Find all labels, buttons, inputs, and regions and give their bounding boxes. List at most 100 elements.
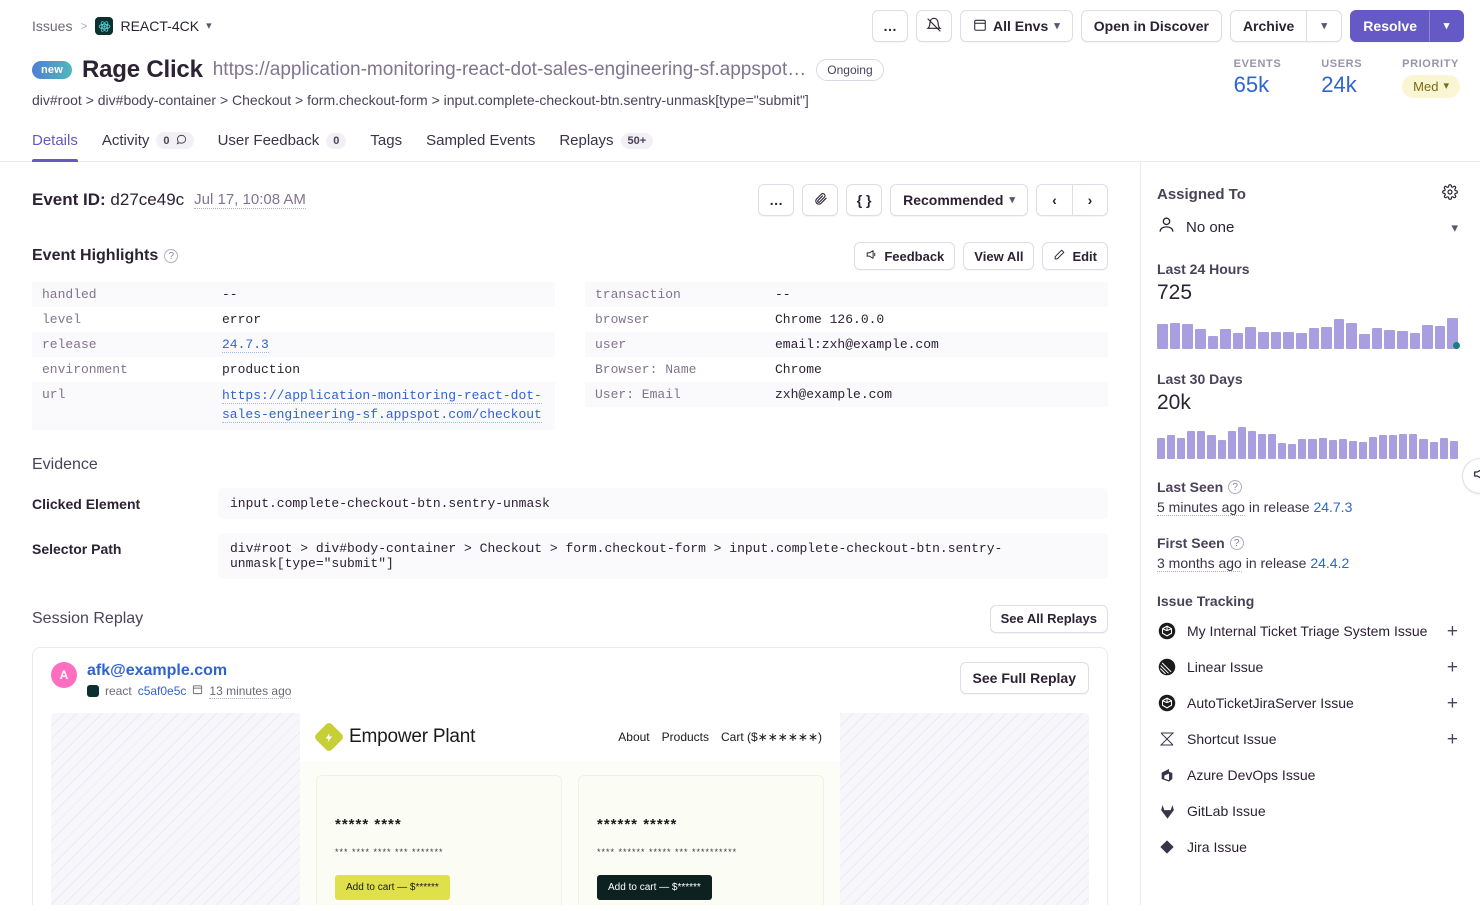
event-timestamp[interactable]: Jul 17, 10:08 AM [194, 191, 306, 209]
highlight-key: transaction [585, 282, 765, 307]
resolve-dropdown-button[interactable]: ▾ [1430, 10, 1464, 42]
tracking-item-my-internal-ticket-triage-system[interactable]: My Internal Ticket Triage System Issue + [1157, 613, 1458, 649]
stat-priority-label: PRIORITY [1402, 58, 1460, 70]
first-seen-header: First Seen ? [1157, 535, 1458, 551]
sparkline-bar [1195, 329, 1206, 349]
last-seen-block: Last Seen ? 5 minutes ago in release 24.… [1157, 479, 1458, 515]
feedback-button[interactable]: Feedback [854, 242, 955, 270]
highlights-left-column: handled -- level error release 24.7.3 [32, 282, 555, 430]
question-circle-icon[interactable]: ? [164, 249, 178, 263]
last-30-days-label: Last 30 Days [1157, 371, 1458, 387]
event-id-value: d27ce49c [110, 190, 184, 209]
tab-details[interactable]: Details [32, 122, 78, 161]
tab-activity[interactable]: Activity 0 [102, 122, 194, 161]
preview-site-nav: Empower Plant About Products Cart ($∗∗∗∗… [300, 713, 840, 761]
url-link[interactable]: https://application-monitoring-react-dot… [222, 388, 542, 423]
last-seen-release-link[interactable]: 24.7.3 [1313, 499, 1352, 515]
tracking-item-azure-devops[interactable]: Azure DevOps Issue [1157, 757, 1458, 793]
table-row: environment production [32, 357, 555, 382]
breadcrumb-project[interactable]: REACT-4CK ▾ [95, 17, 211, 35]
resolve-button[interactable]: Resolve [1350, 10, 1430, 42]
plus-icon[interactable]: + [1447, 730, 1458, 749]
mute-button[interactable] [916, 10, 952, 42]
first-seen-relative[interactable]: 3 months ago [1157, 555, 1242, 572]
sparkline-bar [1298, 439, 1306, 459]
archive-dropdown-button[interactable]: ▾ [1306, 10, 1342, 42]
tracking-item-gitlab[interactable]: GitLab Issue [1157, 793, 1458, 829]
tracking-item-label: My Internal Ticket Triage System Issue [1187, 623, 1427, 639]
tab-replays[interactable]: Replays 50+ [559, 122, 653, 161]
replay-time-ago[interactable]: 13 minutes ago [209, 684, 291, 699]
sparkline-bar [1379, 435, 1387, 459]
flag-icon [1472, 466, 1480, 487]
highlight-value: -- [212, 282, 555, 307]
sparkline-bar [1450, 441, 1458, 459]
issue-tabs: Details Activity 0 User Feedback 0 Tags … [0, 122, 1480, 162]
more-actions-button[interactable]: … [872, 10, 908, 42]
highlight-key: release [32, 332, 212, 357]
view-all-button[interactable]: View All [963, 242, 1034, 270]
event-highlights-tables: handled -- level error release 24.7.3 [32, 282, 1108, 430]
stat-events-value[interactable]: 65k [1234, 72, 1282, 98]
first-seen-release-link[interactable]: 24.4.2 [1310, 555, 1349, 571]
feedback-flag-button[interactable] [1462, 458, 1480, 494]
tab-activity-count: 0 [156, 132, 193, 149]
tab-sampled-events[interactable]: Sampled Events [426, 122, 535, 161]
tracking-item-shortcut[interactable]: Shortcut Issue + [1157, 721, 1458, 757]
event-attachments-button[interactable] [802, 184, 838, 216]
archive-button[interactable]: Archive [1230, 10, 1306, 42]
replay-preview[interactable]: Empower Plant About Products Cart ($∗∗∗∗… [51, 713, 1089, 905]
event-json-button[interactable]: { } [846, 184, 882, 216]
question-circle-icon[interactable]: ? [1230, 536, 1244, 550]
assignee-selector[interactable]: No one ▾ [1157, 215, 1458, 239]
see-all-replays-button[interactable]: See All Replays [990, 605, 1108, 633]
open-in-discover-button[interactable]: Open in Discover [1081, 10, 1222, 42]
tracking-item-linear[interactable]: Linear Issue + [1157, 649, 1458, 685]
tracking-item-autoticketjiraserver[interactable]: AutoTicketJiraServer Issue + [1157, 685, 1458, 721]
priority-value: Med [1413, 79, 1438, 94]
last-seen-relative[interactable]: 5 minutes ago [1157, 499, 1245, 516]
plus-icon[interactable]: + [1447, 658, 1458, 677]
tracking-item-jira[interactable]: Jira Issue [1157, 829, 1458, 865]
stat-users-value[interactable]: 24k [1321, 72, 1362, 98]
previous-event-button[interactable]: ‹ [1036, 184, 1072, 216]
question-circle-icon[interactable]: ? [1228, 480, 1242, 494]
feedback-label: Feedback [884, 249, 944, 264]
see-full-replay-button[interactable]: See Full Replay [960, 662, 1089, 694]
edit-highlights-button[interactable]: Edit [1042, 242, 1108, 270]
gear-icon[interactable] [1442, 184, 1458, 205]
breadcrumb-issues-link[interactable]: Issues [32, 18, 72, 34]
last-30-days-value: 20k [1157, 391, 1458, 415]
first-seen-text: 3 months ago in release 24.4.2 [1157, 555, 1458, 571]
sparkline-bar [1419, 439, 1427, 459]
highlights-right-table: transaction -- browser Chrome 126.0.0 us… [585, 282, 1108, 407]
replay-id-link[interactable]: c5af0e5c [138, 684, 187, 698]
plus-icon[interactable]: + [1447, 694, 1458, 713]
last-30-days-sparkline[interactable] [1157, 425, 1458, 459]
environment-selector[interactable]: All Envs ▾ [960, 10, 1073, 42]
preview-nav-about: About [618, 730, 649, 744]
page-body: Event ID: d27ce49c Jul 17, 10:08 AM … { … [0, 162, 1480, 905]
cube-icon [1157, 693, 1177, 713]
sparkline-bar [1182, 324, 1193, 349]
tab-tags-label: Tags [370, 132, 402, 149]
next-event-button[interactable]: › [1072, 184, 1108, 216]
sparkline-bar [1430, 442, 1438, 459]
last-24-hours-sparkline[interactable] [1157, 315, 1458, 349]
sparkline-bar [1233, 333, 1244, 349]
current-bucket-marker [1453, 342, 1460, 349]
bell-slash-icon [926, 17, 942, 36]
release-link[interactable]: 24.7.3 [222, 337, 269, 353]
tracking-item-label: Azure DevOps Issue [1187, 767, 1315, 783]
replay-meta: react c5af0e5c 13 minutes ago [87, 684, 291, 699]
tab-user-feedback[interactable]: User Feedback 0 [218, 122, 347, 161]
plus-icon[interactable]: + [1447, 622, 1458, 641]
event-more-button[interactable]: … [758, 184, 794, 216]
replay-user-link[interactable]: afk@example.com [87, 662, 227, 679]
tab-tags[interactable]: Tags [370, 122, 402, 161]
priority-badge[interactable]: Med ▾ [1402, 75, 1460, 98]
event-sort-selector[interactable]: Recommended ▾ [890, 184, 1028, 216]
sparkline-bar [1372, 328, 1383, 349]
stat-events-label: EVENTS [1234, 58, 1282, 70]
preview-product-desc: **** ****** ***** *** ********** [597, 847, 805, 857]
